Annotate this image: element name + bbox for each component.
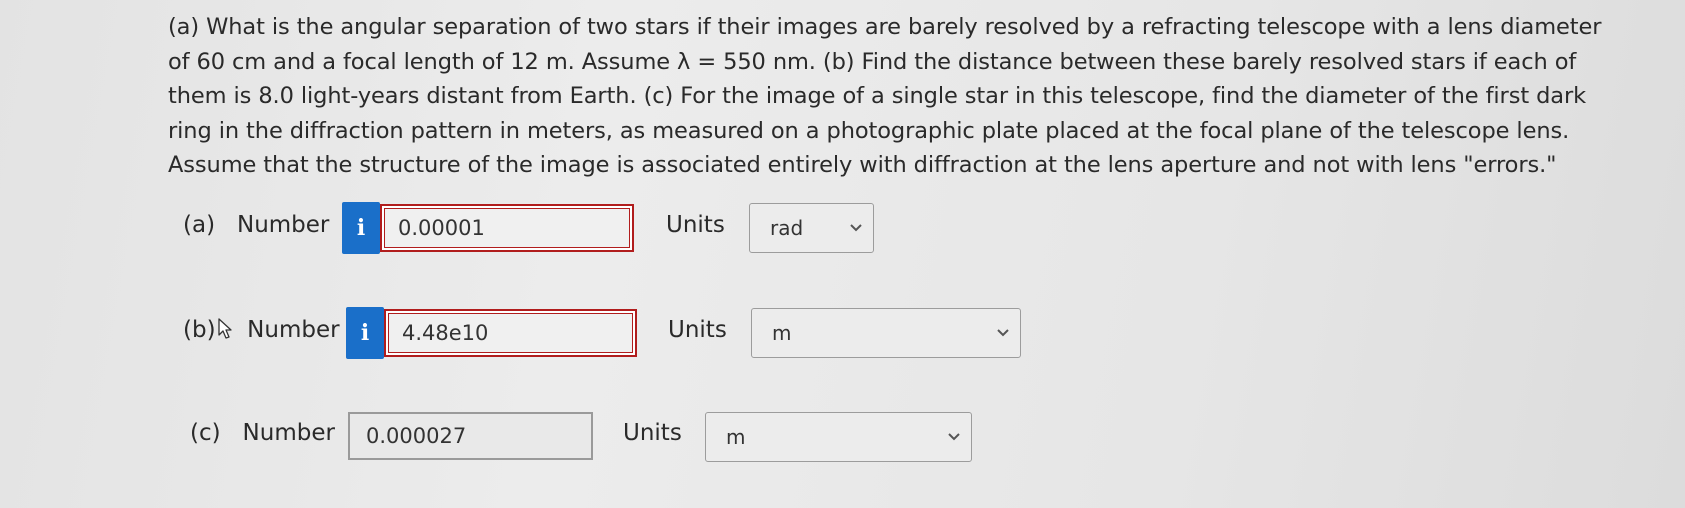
question-text: (a) What is the angular separation of tw… [168, 14, 1602, 178]
part-a-units-value: rad [770, 216, 804, 240]
part-a-info-icon[interactable]: i [342, 202, 380, 254]
part-a-letter: (a) [183, 212, 216, 238]
part-b-units-select[interactable]: m [751, 308, 1021, 358]
mouse-pointer-icon [217, 318, 232, 339]
chevron-down-icon [948, 433, 960, 441]
part-c-number-input[interactable]: 0.000027 [348, 412, 593, 460]
part-b-number-input[interactable]: 4.48e10 [384, 309, 637, 357]
part-a-units-label: Units [666, 212, 725, 238]
part-a-number-label: Number [236, 212, 330, 238]
part-c-letter: (c) [190, 420, 221, 446]
part-c-units-label: Units [623, 420, 682, 446]
part-c-units-select[interactable]: m [705, 412, 972, 462]
part-c-units-value: m [726, 425, 746, 449]
part-a-units-select[interactable]: rad [749, 203, 874, 253]
part-b-label: (b) Number [183, 317, 340, 343]
chevron-down-icon [997, 329, 1009, 337]
part-b-info-icon[interactable]: i [346, 307, 384, 359]
part-c-number-label: Number [242, 420, 335, 446]
part-a-number-input[interactable]: 0.00001 [380, 204, 634, 252]
part-a-label: (a) Number [183, 212, 329, 238]
part-b-units-value: m [772, 321, 792, 345]
part-b-units-label: Units [668, 317, 727, 343]
part-b-letter: (b) [183, 317, 216, 343]
part-b-number-label: Number [247, 317, 340, 343]
chevron-down-icon [850, 224, 862, 232]
part-c-label: (c) Number [190, 420, 335, 446]
